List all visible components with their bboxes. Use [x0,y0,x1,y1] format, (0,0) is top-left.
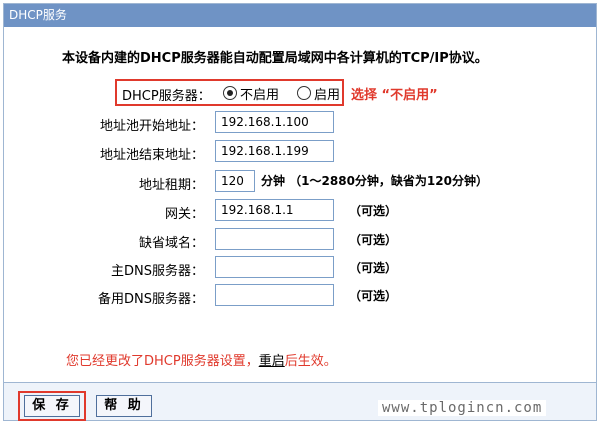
pool-start-input[interactable]: 192.168.1.100 [215,111,334,133]
restart-notice-prefix: 您已经更改了DHCP服务器设置， [66,354,259,369]
lease-input[interactable]: 120 [215,170,255,192]
help-button[interactable]: 帮 助 [96,395,152,417]
radio-disable-label: 不启用 [240,88,280,103]
intro-text: 本设备内建的DHCP服务器能自动配置局域网中各计算机的TCP/IP协议。 [62,51,488,66]
restart-notice: 您已经更改了DHCP服务器设置，重启后生效。 [66,350,337,369]
radio-enable-label: 启用 [314,88,341,103]
gateway-input[interactable]: 192.168.1.1 [215,199,334,221]
gateway-optional-note: （可选） [349,204,398,218]
gateway-label: 网关： [164,207,204,222]
lease-label: 地址租期： [138,178,204,193]
select-disable-hint: 选择 “不启用” [351,88,438,103]
primary-dns-label: 主DNS服务器： [111,264,204,279]
restart-notice-suffix: 后生效。 [284,354,337,369]
pool-start-label: 地址池开始地址： [99,119,204,134]
secondary-dns-label: 备用DNS服务器： [98,292,204,307]
secondary-dns-input[interactable] [215,284,334,306]
lease-note: 分钟 （1～2880分钟，缺省为120分钟） [261,174,488,188]
restart-link[interactable]: 重启 [259,354,285,369]
dhcp-server-label: DHCP服务器： [122,89,211,104]
dhcp-service-panel: DHCP服务 本设备内建的DHCP服务器能自动配置局域网中各计算机的TCP/IP… [3,3,597,421]
domain-label: 缺省域名： [138,236,204,251]
secondary-dns-optional-note: （可选） [349,289,398,303]
pool-end-label: 地址池结束地址： [99,148,204,163]
domain-input[interactable] [215,228,334,250]
radio-enable[interactable] [297,86,311,100]
domain-optional-note: （可选） [349,233,398,247]
save-button[interactable]: 保 存 [24,395,80,417]
primary-dns-optional-note: （可选） [349,261,398,275]
primary-dns-input[interactable] [215,256,334,278]
panel-title: DHCP服务 [4,4,596,27]
pool-end-input[interactable]: 192.168.1.199 [215,140,334,162]
radio-disable[interactable] [223,86,237,100]
watermark: www.tplogincn.com [378,400,547,416]
